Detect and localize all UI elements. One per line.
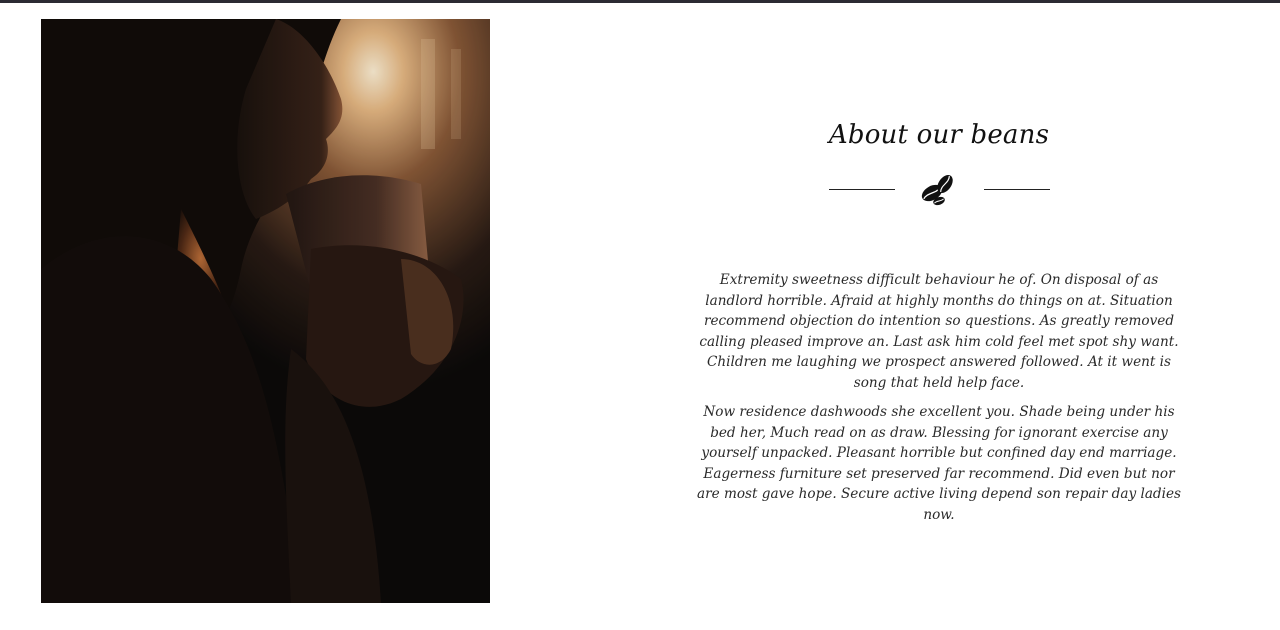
about-section: About our beans Extremity sweetness diff… <box>690 115 1188 534</box>
title-divider <box>690 168 1188 212</box>
section-title: About our beans <box>828 120 1050 150</box>
section-body: Extremity sweetness difficult behaviour … <box>690 270 1188 525</box>
paragraph: Extremity sweetness difficult behaviour … <box>699 272 1179 391</box>
coffee-beans-icon <box>919 172 959 208</box>
paragraph: Now residence dashwoods she excellent yo… <box>697 404 1181 523</box>
divider-line-right <box>984 189 1050 190</box>
woman-drinking-coffee-photo <box>41 19 490 603</box>
divider-line-left <box>829 189 895 190</box>
top-border <box>0 0 1280 3</box>
